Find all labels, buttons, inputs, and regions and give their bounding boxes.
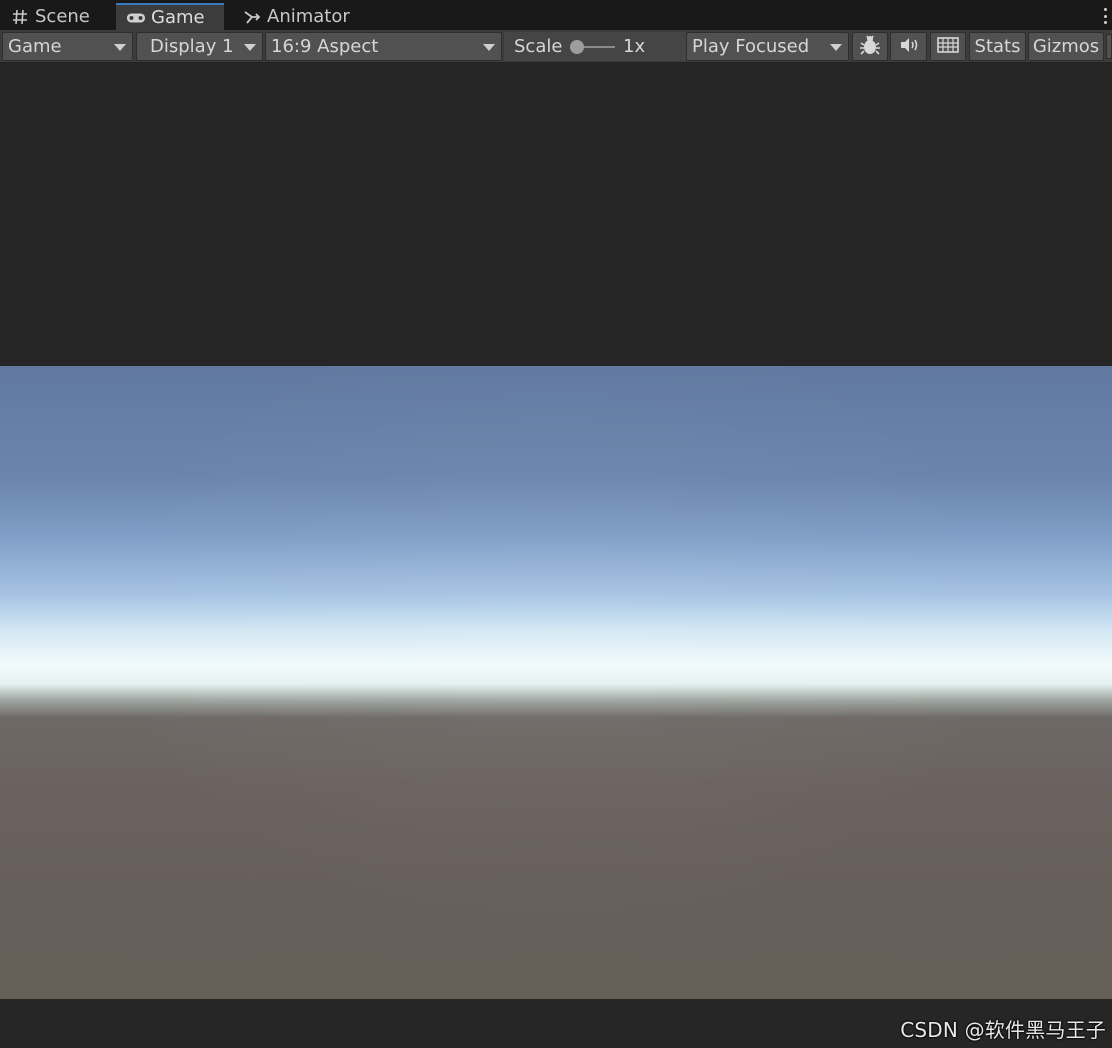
display-dropdown[interactable]: Display 1 (136, 32, 263, 61)
play-mode-dropdown[interactable]: Play Focused (686, 32, 849, 61)
stats-button[interactable]: Stats (969, 32, 1026, 61)
shortcuts-button[interactable] (930, 32, 966, 61)
game-viewport[interactable] (0, 366, 1112, 999)
gizmos-dropdown-edge[interactable] (1106, 34, 1112, 59)
more-options-icon[interactable] (1100, 6, 1110, 26)
tab-bar: Scene Game Animator (0, 0, 1112, 30)
speaker-icon (899, 37, 919, 57)
display-value: Display 1 (150, 36, 234, 57)
tab-label: Animator (267, 6, 350, 27)
mute-audio-button[interactable] (890, 32, 927, 61)
chevron-down-icon (483, 44, 495, 51)
watermark-text: CSDN @软件黑马王子 (900, 1018, 1106, 1042)
animator-icon (242, 7, 262, 27)
stats-label: Stats (974, 36, 1021, 57)
chevron-down-icon (244, 44, 256, 51)
view-mode-value: Game (8, 36, 62, 57)
aspect-dropdown[interactable]: 16:9 Aspect (265, 32, 502, 61)
gizmos-label: Gizmos (1032, 36, 1100, 57)
chevron-down-icon (114, 44, 126, 51)
gizmos-button[interactable]: Gizmos (1028, 32, 1104, 61)
tab-animator[interactable]: Animator (232, 3, 362, 30)
debug-toggle-button[interactable] (852, 32, 888, 61)
scale-label: Scale (514, 36, 563, 57)
tab-label: Scene (35, 6, 90, 27)
grid-icon (10, 7, 30, 27)
aspect-value: 16:9 Aspect (271, 36, 379, 57)
gamepad-icon (126, 8, 146, 28)
tab-label: Game (151, 7, 205, 28)
keyboard-icon (937, 36, 959, 57)
play-mode-value: Play Focused (692, 36, 810, 57)
bug-icon (859, 34, 881, 60)
scale-slider-handle[interactable] (570, 40, 584, 54)
scale-value: 1x (623, 36, 646, 57)
chevron-down-icon (830, 44, 842, 51)
tab-game[interactable]: Game (116, 3, 224, 30)
view-mode-dropdown[interactable]: Game (2, 32, 133, 61)
tab-scene[interactable]: Scene (0, 3, 115, 30)
